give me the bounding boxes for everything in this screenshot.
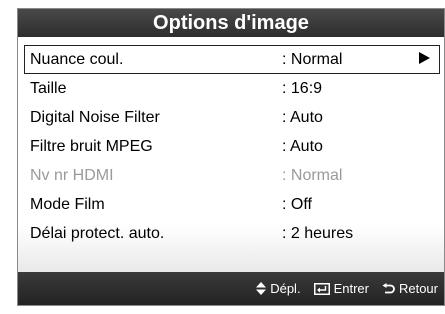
menu-item-taille[interactable]: Taille : 16:9 xyxy=(24,74,440,103)
menu-item-mode-film[interactable]: Mode Film : Off xyxy=(24,190,440,219)
menu-item-value: : Off xyxy=(282,196,312,213)
menu-list: Nuance coul. : Normal Taille : 16:9 Digi… xyxy=(24,45,440,248)
tv-screen: Options d'image Nuance coul. : Normal Ta… xyxy=(0,0,445,314)
menu-item-label: Nv nr HDMI xyxy=(30,167,114,184)
menu-title: Options d'image xyxy=(18,9,444,37)
menu-item-value: : Normal xyxy=(282,167,343,184)
menu-footer: Dépl. Entrer Retour xyxy=(18,272,444,305)
picture-options-menu: Options d'image Nuance coul. : Normal Ta… xyxy=(17,8,445,306)
menu-item-label: Mode Film xyxy=(30,196,105,213)
menu-item-label: Digital Noise Filter xyxy=(30,109,160,126)
menu-item-label: Taille xyxy=(30,80,67,97)
footer-enter-label: Entrer xyxy=(333,281,369,296)
menu-body: Nuance coul. : Normal Taille : 16:9 Digi… xyxy=(18,37,444,272)
up-down-arrows-icon xyxy=(256,282,267,295)
menu-item-nuance-coul[interactable]: Nuance coul. : Normal xyxy=(24,45,440,74)
menu-item-value: : 2 heures xyxy=(282,225,354,242)
submenu-arrow-icon xyxy=(419,46,430,73)
menu-item-value: : Auto xyxy=(282,109,323,126)
footer-move-hint: Dépl. xyxy=(256,272,301,305)
menu-item-digital-noise-filter[interactable]: Digital Noise Filter : Auto xyxy=(24,103,440,132)
footer-move-label: Dépl. xyxy=(270,281,301,296)
menu-item-label: Délai protect. auto. xyxy=(30,225,165,242)
menu-item-nv-nr-hdmi: Nv nr HDMI : Normal xyxy=(24,161,440,190)
footer-return-hint: Retour xyxy=(382,272,438,305)
footer-return-label: Retour xyxy=(398,281,438,296)
menu-item-value: : 16:9 xyxy=(282,80,323,97)
enter-icon xyxy=(313,282,330,295)
return-icon xyxy=(382,282,395,295)
menu-item-delai-protect-auto[interactable]: Délai protect. auto. : 2 heures xyxy=(24,219,440,248)
menu-item-value: : Auto xyxy=(282,138,323,155)
footer-enter-hint: Entrer xyxy=(313,272,369,305)
menu-item-label: Nuance coul. xyxy=(30,51,124,68)
footer-hints: Dépl. Entrer Retour xyxy=(243,272,438,305)
menu-item-filtre-bruit-mpeg[interactable]: Filtre bruit MPEG : Auto xyxy=(24,132,440,161)
menu-item-value: : Normal xyxy=(282,51,343,68)
menu-item-label: Filtre bruit MPEG xyxy=(30,138,153,155)
